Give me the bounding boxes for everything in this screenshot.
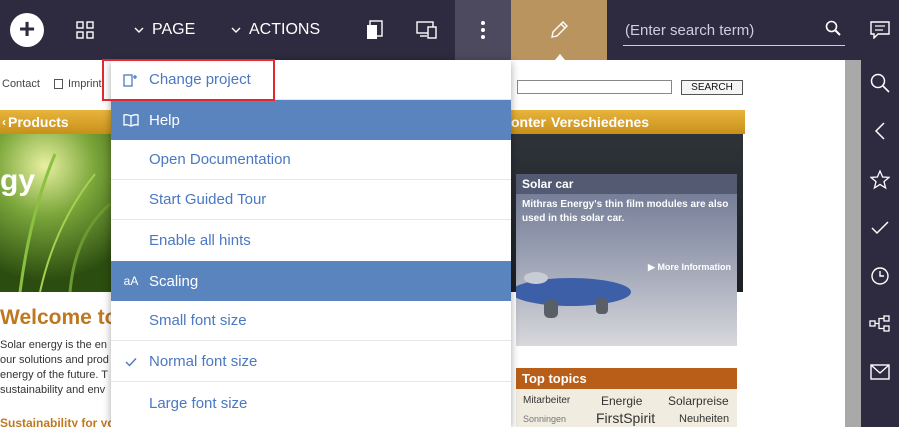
collapse-button[interactable] [861, 116, 899, 146]
book-icon [123, 112, 139, 128]
check-icon [871, 221, 889, 235]
hero-text: gy [0, 164, 36, 197]
topic-tag[interactable]: Sonningen [523, 414, 566, 424]
favorites-button[interactable] [861, 165, 899, 195]
solar-car-image [516, 272, 631, 318]
nav-contents[interactable]: onter [511, 114, 546, 130]
website-search-input[interactable] [517, 80, 672, 94]
more-menu-dropdown: Change project Help Open Documentation S… [111, 60, 511, 427]
nav-misc[interactable]: Verschiedenes [551, 114, 649, 130]
check-icon [123, 354, 139, 370]
edit-mode-button[interactable] [511, 0, 607, 60]
search-field [623, 14, 845, 46]
menu-item-start-guided-tour[interactable]: Start Guided Tour [111, 180, 511, 220]
solar-car-teaser[interactable]: Solar car Mithras Energy's thin film mod… [516, 174, 737, 346]
solar-car-desc: Mithras Energy's thin film modules are a… [522, 199, 729, 224]
star-icon [870, 170, 890, 190]
page-menu[interactable]: PAGE [134, 0, 195, 60]
mail-icon [870, 364, 890, 380]
chevron-down-icon [134, 27, 144, 33]
mail-button[interactable] [861, 357, 899, 387]
imprint-link[interactable]: Imprint [54, 78, 102, 90]
release-button[interactable] [861, 213, 899, 243]
devices-button[interactable] [412, 0, 442, 60]
grid-icon [76, 21, 94, 39]
menu-header-help: Help [111, 100, 511, 140]
right-sidebar [861, 0, 899, 427]
website-search-button[interactable]: SEARCH [681, 80, 743, 95]
chevron-down-icon [231, 27, 241, 33]
play-icon: ▶ [648, 262, 655, 272]
grass-icon [18, 153, 111, 293]
welcome-heading: Welcome to [0, 306, 118, 329]
kebab-icon [481, 21, 485, 39]
devices-icon [416, 21, 437, 39]
rail-search-button[interactable] [861, 68, 899, 98]
change-project-icon [123, 72, 139, 88]
menu-item-enable-all-hints[interactable]: Enable all hints [111, 220, 511, 260]
grid-button[interactable] [68, 0, 102, 60]
solar-car-title: Solar car [516, 174, 737, 194]
topic-tag[interactable]: Solarpreise [668, 394, 729, 408]
pencil-icon [551, 21, 568, 38]
page-icon [54, 79, 63, 89]
preview-scrollbar[interactable] [845, 60, 861, 427]
menu-header-scaling: aA Scaling [111, 261, 511, 301]
chevron-left-icon: ‹ [2, 115, 6, 129]
menu-item-change-project[interactable]: Change project [111, 60, 511, 100]
menu-item-small-font[interactable]: Small font size [111, 301, 511, 341]
font-size-icon: aA [123, 274, 139, 288]
search-input[interactable] [625, 18, 815, 42]
more-information-link[interactable]: ▶ More Information [648, 262, 731, 273]
document-view-icon [367, 20, 383, 39]
menu-item-normal-font[interactable]: Normal font size [111, 342, 511, 382]
nav-products[interactable]: Products [8, 114, 69, 130]
menu-item-large-font[interactable]: Large font size [111, 383, 511, 423]
preview-button[interactable] [360, 0, 390, 60]
workflow-icon [869, 315, 890, 332]
welcome-paragraph: Solar energy is the en our solutions and… [0, 339, 109, 396]
contact-link[interactable]: Contact [2, 78, 40, 90]
hero-image [0, 134, 112, 293]
clock-icon [871, 267, 889, 285]
search-icon [870, 73, 890, 93]
chevron-left-icon [874, 122, 885, 140]
topic-tag[interactable]: Mitarbeiter [523, 395, 570, 406]
top-topics-cloud: Mitarbeiter Energie Solarpreise Sonninge… [516, 389, 737, 427]
top-toolbar: + PAGE ACTIONS [0, 0, 899, 60]
add-button[interactable]: + [10, 13, 44, 47]
history-button[interactable] [861, 261, 899, 291]
comments-button[interactable] [861, 15, 899, 45]
actions-menu[interactable]: ACTIONS [231, 0, 320, 60]
caret-icon [555, 54, 565, 60]
menu-item-open-documentation[interactable]: Open Documentation [111, 140, 511, 180]
workflow-button[interactable] [861, 309, 899, 339]
plus-icon: + [18, 13, 36, 44]
top-topics-title: Top topics [516, 368, 737, 389]
more-menu-button[interactable] [455, 0, 511, 60]
topic-tag[interactable]: Energie [601, 394, 642, 408]
topic-tag[interactable]: FirstSpirit [596, 410, 655, 426]
search-icon[interactable] [825, 20, 841, 36]
topic-tag[interactable]: Neuheiten [679, 413, 729, 425]
comment-icon [870, 21, 890, 39]
